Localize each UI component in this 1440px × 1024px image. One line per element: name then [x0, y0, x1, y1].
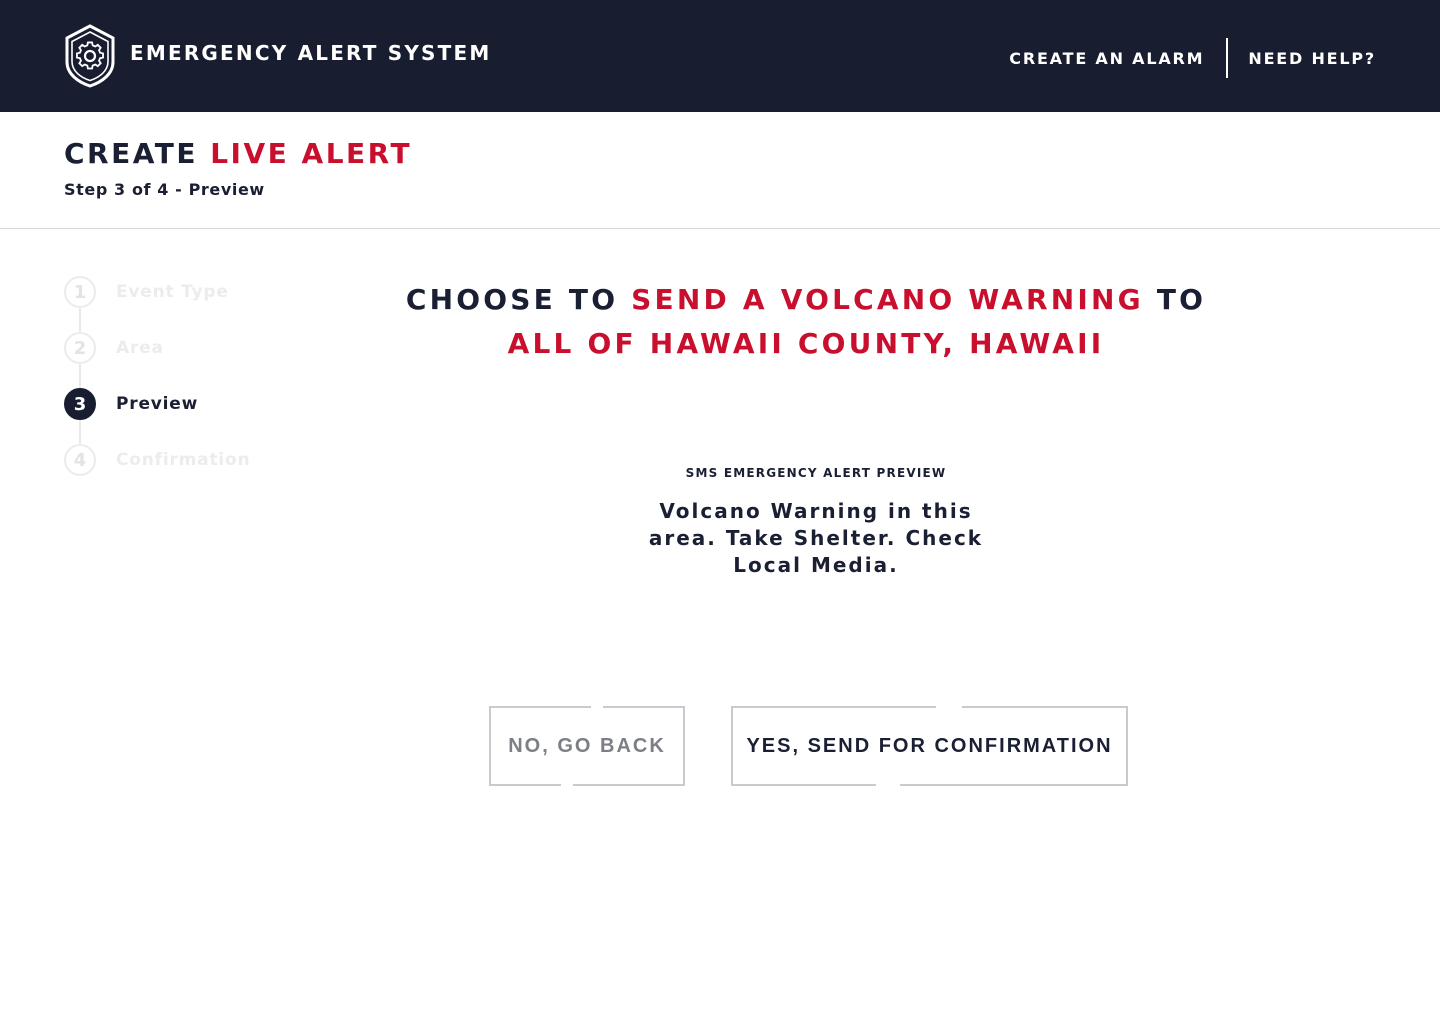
step-number-badge: 2 [64, 332, 96, 364]
top-nav: CREATE AN ALARM NEED HELP? [1009, 38, 1376, 78]
page-title-highlight: LIVE ALERT [210, 137, 413, 170]
stepper-item-preview: 3 Preview [64, 388, 198, 420]
step-indicator-text: Step 3 of 4 - Preview [64, 180, 265, 199]
headline-part-2: TO [1156, 283, 1207, 316]
stepper-item-event-type: 1 Event Type [64, 276, 229, 308]
border-notch [591, 706, 603, 710]
send-for-confirmation-button[interactable]: YES, SEND FOR CONFIRMATION [731, 706, 1128, 786]
shield-gear-icon [65, 24, 115, 88]
headline-target-area: ALL OF HAWAII COUNTY, HAWAII [507, 327, 1105, 360]
step-label: Area [116, 338, 164, 358]
headline-action: SEND A VOLCANO WARNING [631, 283, 1144, 316]
border-notch [561, 782, 573, 786]
page-header: CREATE LIVE ALERT Step 3 of 4 - Preview [64, 136, 412, 199]
sms-preview-message: Volcano Warning in this area. Take Shelt… [648, 499, 984, 577]
headline-part-1: CHOOSE TO [405, 283, 619, 316]
step-number-badge: 4 [64, 444, 96, 476]
go-back-button-label: NO, GO BACK [508, 734, 666, 757]
need-help-link[interactable]: NEED HELP? [1248, 49, 1376, 68]
page-title: CREATE LIVE ALERT [64, 136, 412, 172]
step-label: Preview [116, 394, 199, 414]
step-number-badge: 3 [64, 388, 96, 420]
app-title: EMERGENCY ALERT SYSTEM [130, 41, 492, 65]
create-alarm-link[interactable]: CREATE AN ALARM [1009, 49, 1204, 68]
step-label: Confirmation [116, 450, 251, 470]
border-notch [876, 782, 900, 786]
stepper-item-confirmation: 4 Confirmation [64, 444, 250, 476]
top-navigation-bar: EMERGENCY ALERT SYSTEM CREATE AN ALARM N… [0, 0, 1440, 112]
stepper-item-area: 2 Area [64, 332, 164, 364]
brand[interactable]: EMERGENCY ALERT SYSTEM [64, 24, 491, 88]
go-back-button[interactable]: NO, GO BACK [489, 706, 685, 786]
confirmation-headline: CHOOSE TO SEND A VOLCANO WARNING TO ALL … [396, 278, 1216, 366]
progress-stepper: 1 Event Type 2 Area 3 Preview 4 Confirma… [64, 276, 324, 476]
stepper-connector-line [79, 308, 81, 444]
page-title-prefix: CREATE [64, 137, 198, 170]
send-for-confirmation-button-label: YES, SEND FOR CONFIRMATION [746, 734, 1113, 757]
step-label: Event Type [116, 282, 229, 302]
step-number-badge: 1 [64, 276, 96, 308]
header-divider [0, 228, 1440, 229]
nav-divider [1226, 38, 1229, 78]
sms-preview-label: SMS EMERGENCY ALERT PREVIEW [685, 466, 947, 480]
border-notch [936, 706, 962, 710]
